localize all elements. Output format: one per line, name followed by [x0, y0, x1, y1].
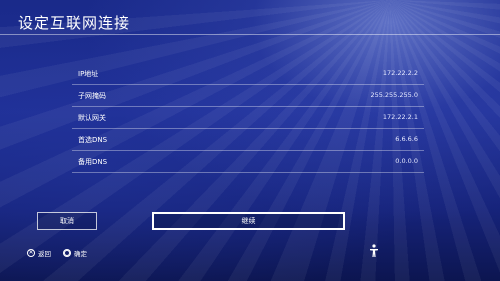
header-divider — [0, 34, 500, 35]
cancel-button[interactable]: 取消 — [37, 212, 97, 230]
primary-dns-value: 6.6.6.6 — [395, 135, 418, 143]
accessibility-icon — [370, 244, 378, 257]
secondary-dns-value: 0.0.0.0 — [395, 157, 418, 165]
subnet-mask-value: 255.255.255.0 — [370, 91, 418, 99]
network-settings-list: IP地址 172.22.2.2 子网掩码 255.255.255.0 默认网关 … — [72, 63, 424, 173]
primary-dns-label: 首选DNS — [78, 136, 108, 144]
default-gateway-label: 默认网关 — [78, 114, 106, 122]
circle-icon — [63, 249, 71, 257]
cross-icon: ✕ — [27, 249, 35, 257]
default-gateway-row[interactable]: 默认网关 172.22.2.1 — [72, 107, 424, 129]
primary-dns-row[interactable]: 首选DNS 6.6.6.6 — [72, 129, 424, 151]
ip-address-row[interactable]: IP地址 172.22.2.2 — [72, 63, 424, 85]
page-title: 设定互联网连接 — [18, 14, 131, 32]
confirm-hint-label: 确定 — [74, 250, 87, 258]
continue-button[interactable]: 继续 — [152, 212, 345, 230]
confirm-hint: 确定 — [63, 248, 87, 258]
ip-address-value: 172.22.2.2 — [382, 69, 418, 77]
secondary-dns-label: 备用DNS — [78, 158, 108, 166]
back-hint-label: 返回 — [38, 250, 51, 258]
secondary-dns-row[interactable]: 备用DNS 0.0.0.0 — [72, 151, 424, 173]
ip-address-label: IP地址 — [78, 70, 99, 78]
subnet-mask-row[interactable]: 子网掩码 255.255.255.0 — [72, 85, 424, 107]
subnet-mask-label: 子网掩码 — [78, 92, 106, 100]
default-gateway-value: 172.22.2.1 — [382, 113, 418, 121]
back-hint: ✕ 返回 — [27, 248, 51, 258]
